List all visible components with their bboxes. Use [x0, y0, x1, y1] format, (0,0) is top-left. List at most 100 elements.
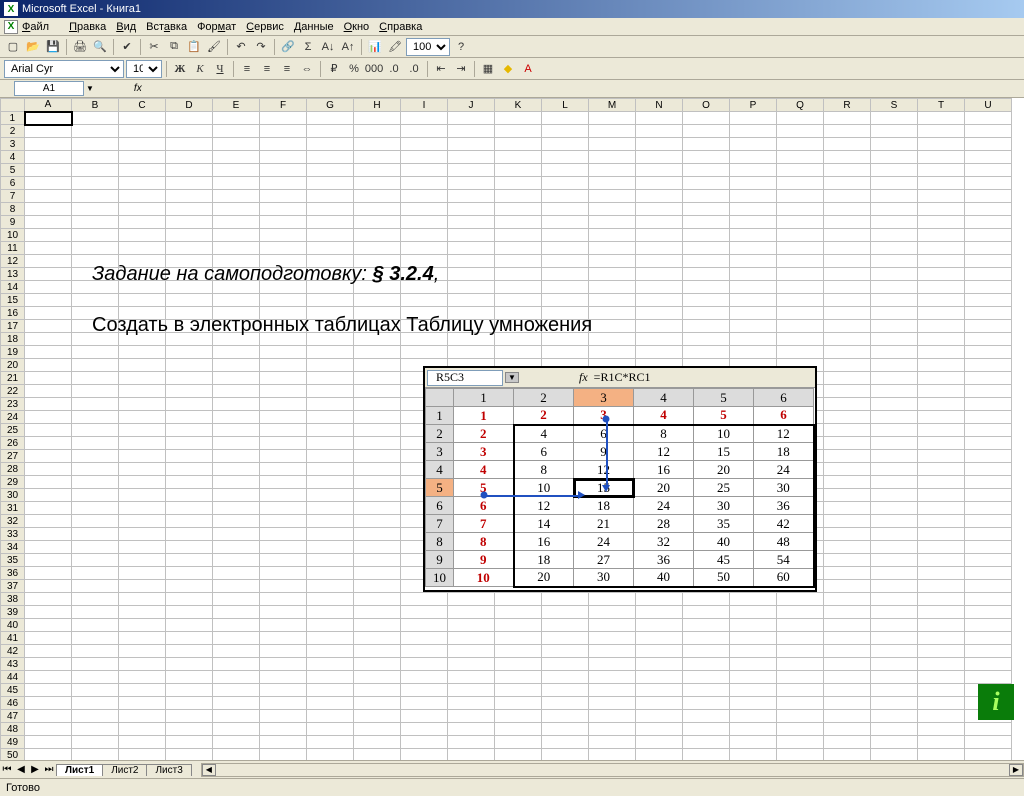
cell[interactable]: [965, 216, 1012, 229]
decrease-decimal-icon[interactable]: .0: [405, 60, 423, 78]
cell[interactable]: [965, 606, 1012, 619]
row-header[interactable]: 2: [1, 125, 25, 138]
cell[interactable]: [119, 203, 166, 216]
cell[interactable]: [25, 697, 72, 710]
cell[interactable]: [401, 190, 448, 203]
cell[interactable]: [918, 476, 965, 489]
cell[interactable]: [213, 372, 260, 385]
cell[interactable]: [871, 307, 918, 320]
cell[interactable]: [730, 346, 777, 359]
cell[interactable]: [636, 658, 683, 671]
row-header[interactable]: 32: [1, 515, 25, 528]
cell[interactable]: [307, 541, 354, 554]
cell[interactable]: [495, 151, 542, 164]
cell[interactable]: [72, 645, 119, 658]
cell[interactable]: [260, 632, 307, 645]
cell[interactable]: [354, 606, 401, 619]
align-right-icon[interactable]: ≡: [278, 60, 296, 78]
tab-nav-last-icon[interactable]: ⏭: [42, 764, 56, 775]
cell[interactable]: [824, 203, 871, 216]
cell[interactable]: [354, 203, 401, 216]
cell[interactable]: [918, 606, 965, 619]
cell[interactable]: [166, 502, 213, 515]
cell[interactable]: [965, 541, 1012, 554]
chart-icon[interactable]: 📊: [366, 38, 384, 56]
cell[interactable]: [213, 177, 260, 190]
cell[interactable]: [72, 749, 119, 761]
cell[interactable]: [683, 606, 730, 619]
column-header[interactable]: U: [965, 99, 1012, 112]
cell[interactable]: [542, 138, 589, 151]
cell[interactable]: [307, 164, 354, 177]
cell[interactable]: [166, 580, 213, 593]
cell[interactable]: [871, 424, 918, 437]
cell[interactable]: [918, 333, 965, 346]
cell[interactable]: [636, 346, 683, 359]
cell[interactable]: [542, 684, 589, 697]
cell[interactable]: [166, 346, 213, 359]
cell[interactable]: [542, 268, 589, 281]
cell[interactable]: [965, 138, 1012, 151]
cell[interactable]: [777, 242, 824, 255]
cell[interactable]: [871, 710, 918, 723]
cell[interactable]: [777, 138, 824, 151]
cell[interactable]: [871, 372, 918, 385]
cell[interactable]: [25, 736, 72, 749]
row-header[interactable]: 22: [1, 385, 25, 398]
cell[interactable]: [965, 281, 1012, 294]
cell[interactable]: [636, 151, 683, 164]
cell[interactable]: [25, 398, 72, 411]
cell[interactable]: [918, 697, 965, 710]
cell[interactable]: [25, 593, 72, 606]
cell[interactable]: [354, 671, 401, 684]
hyperlink-icon[interactable]: 🔗: [279, 38, 297, 56]
cell[interactable]: [401, 203, 448, 216]
cell[interactable]: [119, 190, 166, 203]
column-header[interactable]: Q: [777, 99, 824, 112]
cell[interactable]: [307, 567, 354, 580]
cell[interactable]: [777, 606, 824, 619]
cell[interactable]: [730, 619, 777, 632]
cell[interactable]: [730, 684, 777, 697]
cell[interactable]: [119, 346, 166, 359]
cell[interactable]: [495, 619, 542, 632]
cell[interactable]: [730, 151, 777, 164]
cell[interactable]: [542, 658, 589, 671]
cell[interactable]: [401, 697, 448, 710]
cell[interactable]: [683, 216, 730, 229]
cell[interactable]: [730, 268, 777, 281]
increase-decimal-icon[interactable]: .0: [385, 60, 403, 78]
cell[interactable]: [730, 736, 777, 749]
cell[interactable]: [354, 476, 401, 489]
cell[interactable]: [25, 281, 72, 294]
cell[interactable]: [119, 528, 166, 541]
cell[interactable]: [965, 463, 1012, 476]
cell[interactable]: [448, 632, 495, 645]
cell[interactable]: [25, 710, 72, 723]
cell[interactable]: [918, 567, 965, 580]
cell[interactable]: [683, 255, 730, 268]
cell[interactable]: [72, 463, 119, 476]
row-header[interactable]: 41: [1, 632, 25, 645]
cell[interactable]: [918, 424, 965, 437]
row-header[interactable]: 30: [1, 489, 25, 502]
cell[interactable]: [119, 463, 166, 476]
cell[interactable]: [683, 190, 730, 203]
cell[interactable]: [965, 437, 1012, 450]
cell[interactable]: [72, 112, 119, 125]
row-header[interactable]: 40: [1, 619, 25, 632]
cell[interactable]: [260, 450, 307, 463]
cell[interactable]: [25, 528, 72, 541]
cell[interactable]: [636, 255, 683, 268]
cell[interactable]: [119, 112, 166, 125]
cell[interactable]: [354, 632, 401, 645]
cell[interactable]: [871, 268, 918, 281]
cell[interactable]: [542, 164, 589, 177]
cell[interactable]: [824, 359, 871, 372]
cell[interactable]: [824, 749, 871, 761]
row-header[interactable]: 37: [1, 580, 25, 593]
cell[interactable]: [636, 333, 683, 346]
cell[interactable]: [72, 554, 119, 567]
cell[interactable]: [307, 398, 354, 411]
cell[interactable]: [777, 645, 824, 658]
